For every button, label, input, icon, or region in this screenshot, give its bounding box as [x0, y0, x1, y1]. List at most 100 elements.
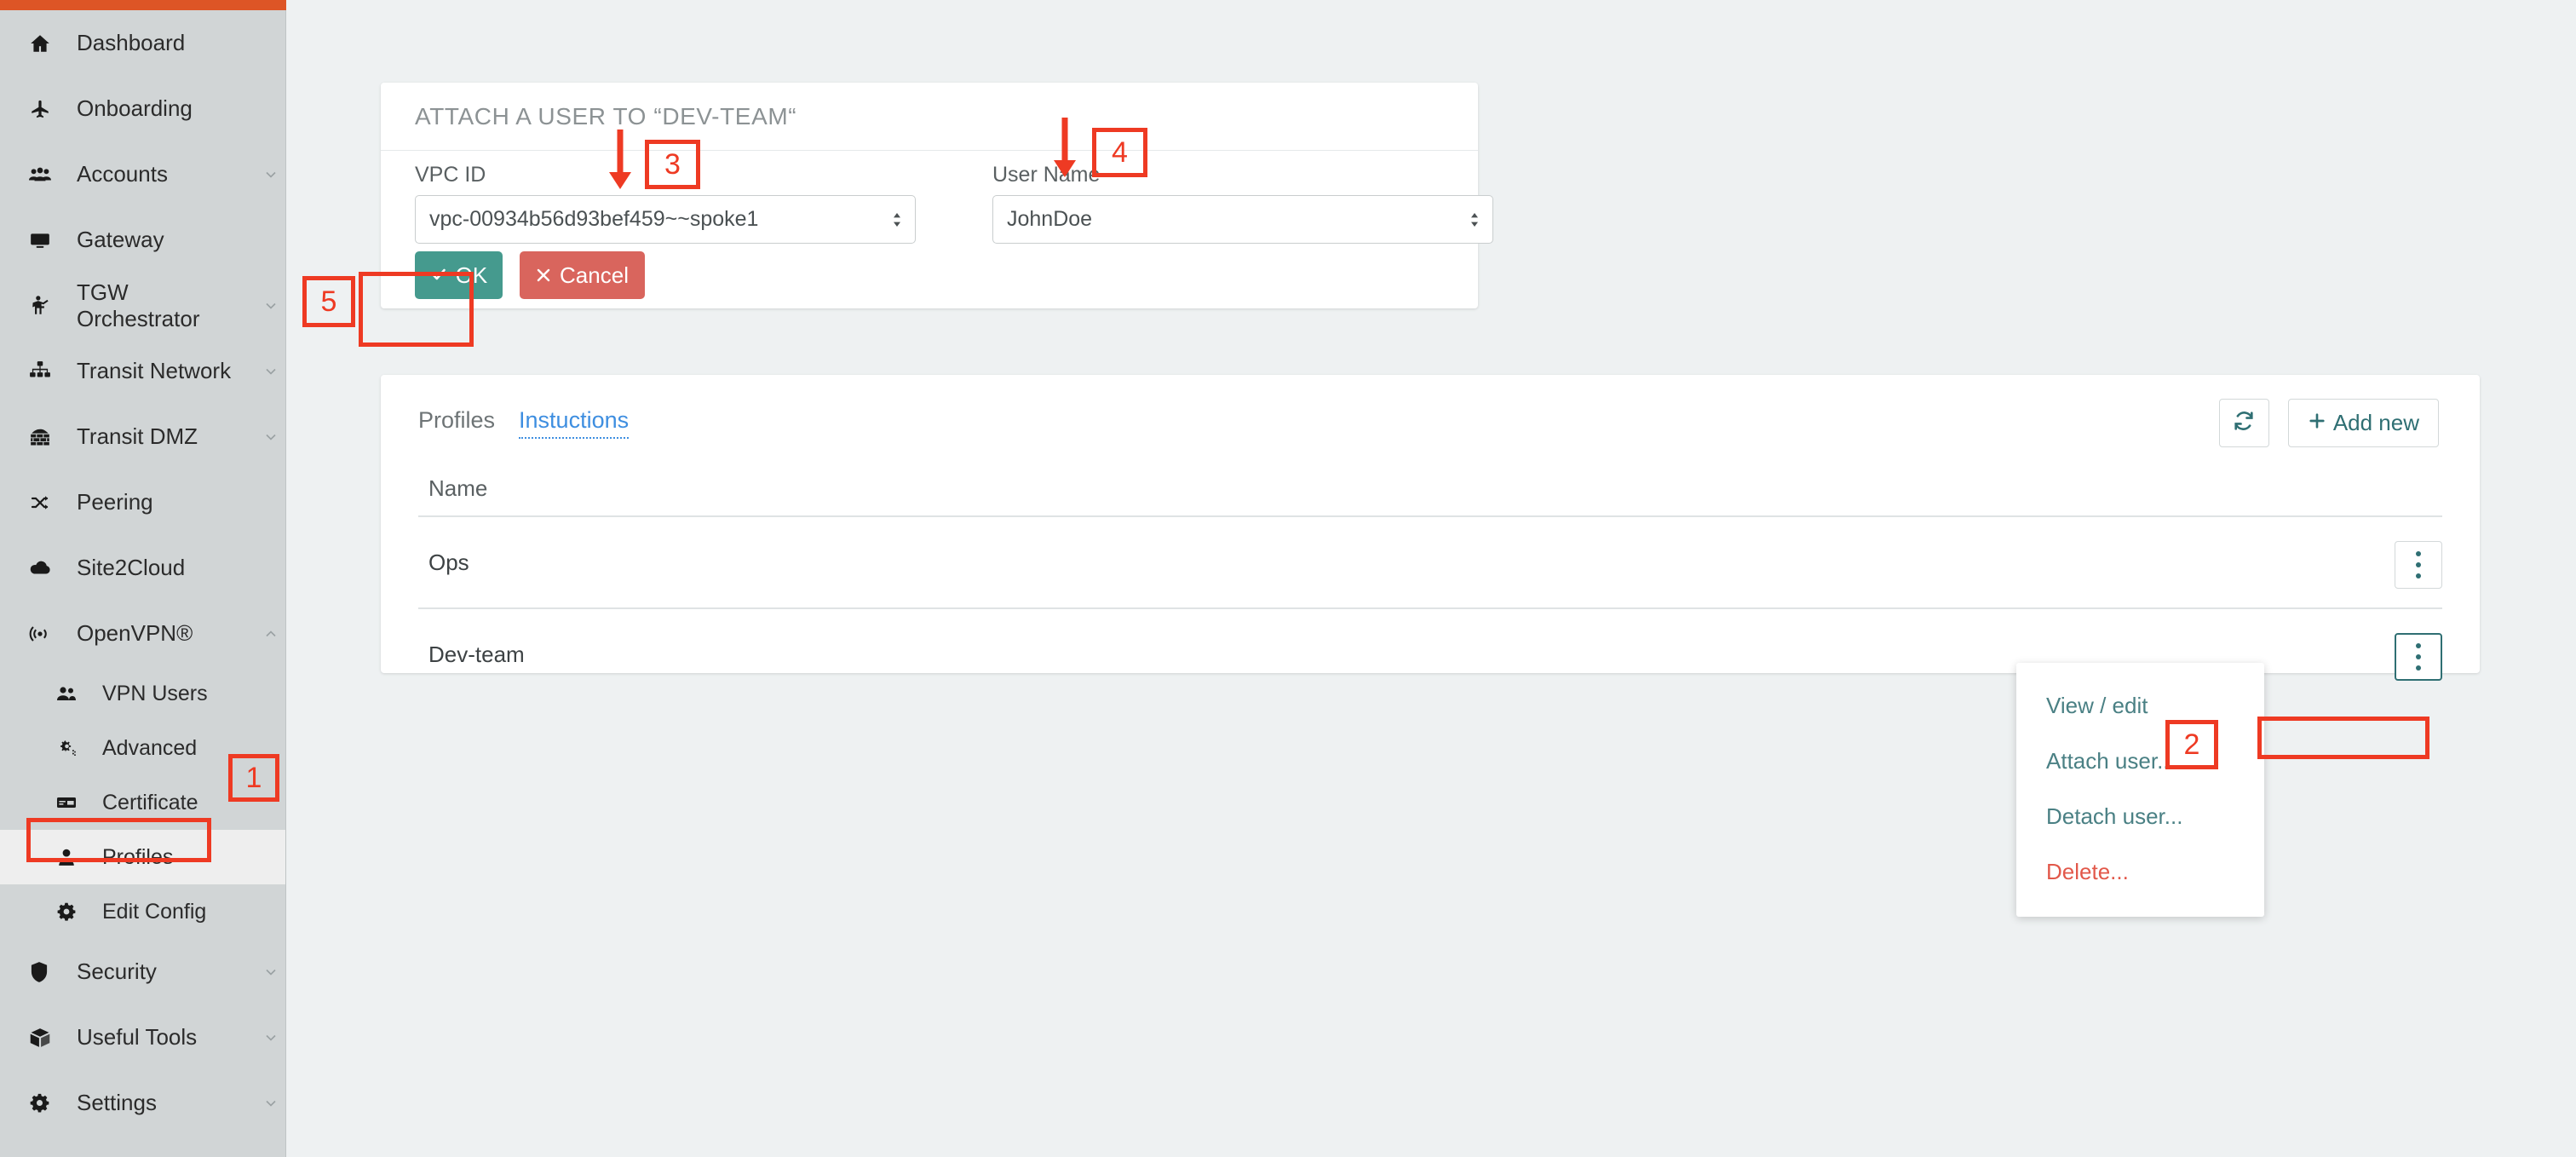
sidebar-item-transit-dmz[interactable]: Transit DMZ — [0, 404, 285, 469]
sidebar-item-onboarding[interactable]: Onboarding — [0, 76, 285, 141]
sidebar-item-profiles[interactable]: Profiles — [0, 830, 285, 884]
sidebar-item-security[interactable]: Security — [0, 939, 285, 1004]
vpc-id-select[interactable]: vpc-00934b56d93bef459~~spoke1 — [415, 195, 916, 244]
sidebar-item-tgw-orchestrator[interactable]: TGW Orchestrator — [0, 273, 285, 338]
sidebar-item-label: Useful Tools — [77, 1024, 198, 1050]
user-name-select[interactable]: JohnDoe — [992, 195, 1493, 244]
sidebar-item-vpn-users[interactable]: VPN Users — [0, 666, 285, 721]
dot — [2416, 551, 2421, 556]
gear-icon — [29, 1092, 66, 1114]
menu-item-detach-user[interactable]: Detach user... — [2016, 789, 2264, 844]
chevron-down-icon[interactable] — [256, 166, 285, 183]
column-header-actions — [2383, 467, 2442, 517]
sidebar-item-useful-tools[interactable]: Useful Tools — [0, 1004, 285, 1070]
sidebar: Dashboard Onboarding Accounts Gateway TG… — [0, 10, 286, 1157]
cancel-button-label: Cancel — [560, 262, 629, 288]
stepper-arrows-icon[interactable] — [891, 212, 903, 227]
chevron-down-icon[interactable] — [256, 297, 285, 314]
card-actions: Add new — [2218, 399, 2439, 447]
users-icon — [56, 685, 92, 702]
sidebar-item-label: Edit Config — [102, 899, 207, 924]
check-icon — [430, 262, 447, 289]
sidebar-item-certificate[interactable]: Certificate — [0, 775, 285, 830]
kebab-menu-icon[interactable] — [2395, 541, 2442, 589]
form-buttons: OK Cancel — [415, 251, 645, 299]
sidebar-item-label: Accounts — [77, 161, 168, 187]
refresh-button[interactable] — [2218, 399, 2269, 447]
sidebar-item-label: Site2Cloud — [77, 555, 186, 580]
sidebar-item-label: Advanced — [102, 735, 198, 760]
dot — [2416, 654, 2421, 659]
menu-item-delete[interactable]: Delete... — [2016, 844, 2264, 900]
chevron-down-icon[interactable] — [256, 964, 285, 981]
network-tree-icon — [29, 360, 66, 382]
user-name-label: User Name — [992, 163, 1101, 187]
table-header-row: Name — [418, 467, 2442, 517]
sidebar-item-label: Transit DMZ — [77, 423, 198, 449]
chevron-down-icon[interactable] — [256, 429, 285, 446]
sidebar-item-peering[interactable]: Peering — [0, 469, 285, 535]
cancel-button[interactable]: Cancel — [520, 251, 645, 299]
conductor-icon — [29, 295, 66, 317]
row-actions-cell — [2383, 608, 2442, 699]
sidebar-item-label: Peering — [77, 489, 153, 515]
stepper-arrows-icon[interactable] — [1469, 212, 1481, 227]
row-context-menu: View / edit Attach user... Detach user..… — [2016, 663, 2264, 917]
user-name-value: JohnDoe — [1007, 207, 1093, 231]
menu-item-attach-user[interactable]: Attach user... — [2016, 734, 2264, 789]
sidebar-item-transit-network[interactable]: Transit Network — [0, 338, 285, 404]
sidebar-item-label: Certificate — [102, 790, 198, 815]
form-row: VPC ID vpc-00934b56d93bef459~~spoke1 Use… — [381, 151, 1493, 244]
sidebar-item-advanced[interactable]: Advanced — [0, 721, 285, 775]
sidebar-item-label: VPN Users — [102, 681, 208, 705]
ok-button[interactable]: OK — [415, 251, 503, 299]
add-new-label: Add new — [2332, 410, 2419, 435]
close-icon — [536, 262, 551, 289]
column-header-name: Name — [418, 467, 2383, 517]
person-icon — [56, 848, 92, 866]
card-tabs: Profiles Instuctions — [418, 407, 630, 439]
sidebar-item-label: Profiles — [102, 844, 174, 869]
sidebar-item-openvpn[interactable]: OpenVPN® — [0, 601, 285, 666]
add-new-button[interactable]: Add new — [2287, 399, 2439, 447]
attach-user-panel: ATTACH A USER TO “DEV-TEAM“ VPC ID vpc-0… — [381, 83, 1493, 308]
main-content: ATTACH A USER TO “DEV-TEAM“ VPC ID vpc-0… — [287, 0, 2576, 1157]
panel-title: ATTACH A USER TO “DEV-TEAM“ — [381, 83, 1478, 151]
sidebar-item-label: Security — [77, 958, 157, 984]
airplane-icon — [29, 98, 66, 120]
sidebar-item-site2cloud[interactable]: Site2Cloud — [0, 535, 285, 601]
gears-icon — [56, 739, 92, 757]
sidebar-item-edit-config[interactable]: Edit Config — [0, 884, 285, 939]
gear-icon — [56, 901, 92, 922]
chevron-down-icon[interactable] — [256, 363, 285, 380]
sidebar-item-settings[interactable]: Settings — [0, 1070, 285, 1136]
chevron-down-icon[interactable] — [256, 1029, 285, 1046]
vpc-id-value: vpc-00934b56d93bef459~~spoke1 — [429, 207, 759, 231]
table-row[interactable]: Ops — [418, 516, 2442, 609]
sidebar-item-accounts[interactable]: Accounts — [0, 141, 285, 207]
dot — [2416, 643, 2421, 648]
sidebar-item-label: Transit Network — [77, 358, 232, 383]
broadcast-icon — [29, 623, 66, 645]
sidebar-item-dashboard[interactable]: Dashboard — [0, 10, 285, 76]
menu-item-view-edit[interactable]: View / edit — [2016, 678, 2264, 734]
sidebar-item-troubleshoot[interactable]: Troubleshoot — [0, 1136, 285, 1157]
chevron-up-icon[interactable] — [256, 625, 285, 642]
chevron-down-icon[interactable] — [256, 1095, 285, 1112]
sidebar-item-label: OpenVPN® — [77, 620, 193, 646]
sidebar-item-label: Dashboard — [77, 30, 186, 55]
link-instructions[interactable]: Instuctions — [519, 407, 630, 439]
sidebar-item-label: Settings — [77, 1090, 157, 1115]
refresh-icon — [2233, 410, 2255, 436]
people-icon — [29, 165, 66, 184]
vpc-id-field: VPC ID vpc-00934b56d93bef459~~spoke1 — [415, 163, 916, 244]
sidebar-item-label: Onboarding — [77, 95, 193, 121]
tab-profiles[interactable]: Profiles — [418, 407, 495, 434]
kebab-menu-icon[interactable] — [2395, 633, 2442, 681]
sidebar-item-gateway[interactable]: Gateway — [0, 207, 285, 273]
plus-icon — [2308, 410, 2326, 436]
box-icon — [29, 1027, 66, 1049]
top-accent-bar — [0, 0, 286, 10]
profile-name-cell: Ops — [418, 516, 2383, 609]
monitor-icon — [29, 229, 66, 251]
